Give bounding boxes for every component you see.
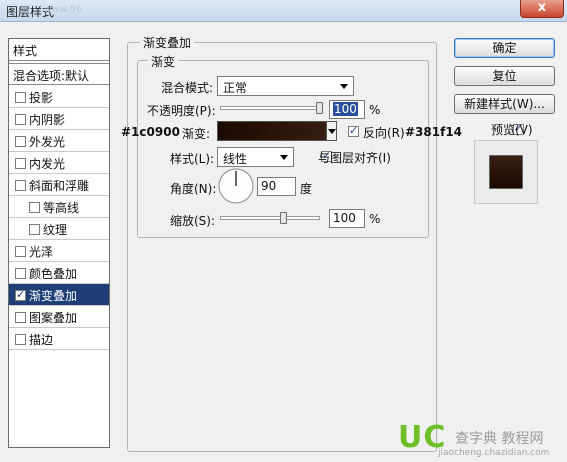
reverse-label: 反向(R): [363, 126, 405, 140]
watermark-text: 查字典 教程网: [455, 431, 544, 447]
style-item-label: 内阴影: [29, 113, 66, 127]
opacity-unit: %: [369, 103, 381, 117]
pattern-overlay-checkbox[interactable]: [15, 312, 26, 323]
title-watermark: www.96: [44, 5, 83, 15]
style-item-contour[interactable]: 等高线: [9, 196, 109, 218]
preview-swatch: [489, 155, 523, 189]
style-item-gradient-overlay[interactable]: 渐变叠加: [9, 284, 109, 306]
style-item-color-overlay[interactable]: 颜色叠加: [9, 262, 109, 284]
style-item-label: 渐变叠加: [29, 289, 78, 303]
style-item-label: 等高线: [43, 201, 80, 215]
style-item-texture[interactable]: 纹理: [9, 218, 109, 240]
gradient-subgroup-title: 渐变: [148, 53, 179, 70]
gradient-overlay-checkbox[interactable]: [15, 288, 26, 301]
blend-mode-label: 混合模式:: [161, 81, 214, 95]
style-item-pattern-overlay[interactable]: 图案叠加: [9, 306, 109, 328]
drop-shadow-checkbox[interactable]: [15, 92, 26, 103]
chevron-down-icon: [328, 129, 336, 134]
stroke-checkbox[interactable]: [15, 334, 26, 345]
style-item-bevel-emboss[interactable]: 斜面和浮雕: [9, 174, 109, 196]
style-item-label: 斜面和浮雕: [29, 179, 90, 193]
gradient-end-hex-annotation: #381f14: [405, 125, 463, 139]
scale-label: 缩放(S):: [170, 214, 216, 228]
close-icon: x: [537, 0, 547, 15]
styles-header[interactable]: 样式: [9, 39, 109, 61]
style-item-label: 颜色叠加: [29, 267, 78, 281]
blend-options-item[interactable]: 混合选项:默认: [9, 63, 109, 85]
style-item-label: 投影: [29, 91, 54, 105]
color-overlay-checkbox[interactable]: [15, 268, 26, 279]
style-item-drop-shadow[interactable]: 投影: [9, 86, 109, 108]
blend-mode-value: 正常: [223, 81, 248, 95]
reset-button[interactable]: 复位: [454, 66, 555, 86]
gradient-style-select[interactable]: 线性: [217, 147, 294, 167]
close-button[interactable]: x: [520, 0, 564, 18]
blend-mode-select[interactable]: 正常: [217, 76, 354, 96]
angle-input[interactable]: 90: [257, 177, 296, 196]
style-item-label: 光泽: [29, 245, 54, 259]
style-item-label: 图案叠加: [29, 311, 78, 325]
satin-checkbox[interactable]: [15, 246, 26, 257]
style-item-label: 描边: [29, 333, 54, 347]
gradient-picker[interactable]: [217, 121, 337, 141]
preview-thumbnail: [474, 140, 538, 204]
scale-slider-thumb[interactable]: [279, 212, 287, 224]
new-style-button[interactable]: 新建样式(W)...: [454, 94, 555, 114]
angle-unit: 度: [300, 182, 313, 196]
style-item-label: 外发光: [29, 135, 66, 149]
opacity-input[interactable]: 100: [329, 100, 365, 119]
contour-checkbox[interactable]: [29, 202, 40, 213]
inner-glow-checkbox[interactable]: [15, 158, 26, 169]
scale-input[interactable]: 100: [329, 209, 365, 228]
style-item-satin[interactable]: 光泽: [9, 240, 109, 262]
angle-label: 角度(N):: [170, 182, 217, 196]
scale-unit: %: [369, 212, 381, 226]
chevron-down-icon: [340, 84, 348, 89]
gradient-dropdown-button[interactable]: [326, 121, 337, 141]
style-item-label: 纹理: [43, 223, 68, 237]
scale-slider-track[interactable]: [220, 216, 320, 220]
opacity-slider-track[interactable]: [220, 106, 323, 110]
style-item-label: 内发光: [29, 157, 66, 171]
style-item-inner-shadow[interactable]: 内阴影: [9, 108, 109, 130]
opacity-slider-thumb[interactable]: [316, 102, 323, 114]
gradient-overlay-title: 渐变叠加: [140, 34, 195, 51]
gradient-label: 渐变:: [182, 127, 211, 141]
gradient-start-hex-annotation: #1c0900: [121, 125, 180, 139]
style-item-outer-glow[interactable]: 外发光: [9, 130, 109, 152]
opacity-label: 不透明度(P):: [147, 104, 216, 118]
styles-list: 样式 混合选项:默认 投影 内阴影 外发光 内发光 斜面和浮雕 等高线 纹理 光…: [8, 38, 110, 448]
gradient-style-label: 样式(L):: [170, 152, 215, 166]
inner-shadow-checkbox[interactable]: [15, 114, 26, 125]
preview-label: 预览(V): [491, 123, 533, 137]
angle-dial[interactable]: [217, 167, 255, 205]
gradient-style-value: 线性: [223, 152, 248, 166]
bevel-emboss-checkbox[interactable]: [15, 180, 26, 191]
title-bar: 图层样式 www.96 x: [0, 0, 567, 22]
style-item-stroke[interactable]: 描边: [9, 328, 109, 350]
ok-button[interactable]: 确定: [454, 38, 555, 58]
outer-glow-checkbox[interactable]: [15, 136, 26, 147]
style-item-inner-glow[interactable]: 内发光: [9, 152, 109, 174]
texture-checkbox[interactable]: [29, 224, 40, 235]
reverse-checkbox[interactable]: [348, 124, 359, 137]
align-with-layer-label: 与图层对齐(I): [318, 151, 391, 165]
watermark-url: jiaocheng.chazidian.com: [438, 448, 550, 458]
chevron-down-icon: [280, 155, 288, 160]
